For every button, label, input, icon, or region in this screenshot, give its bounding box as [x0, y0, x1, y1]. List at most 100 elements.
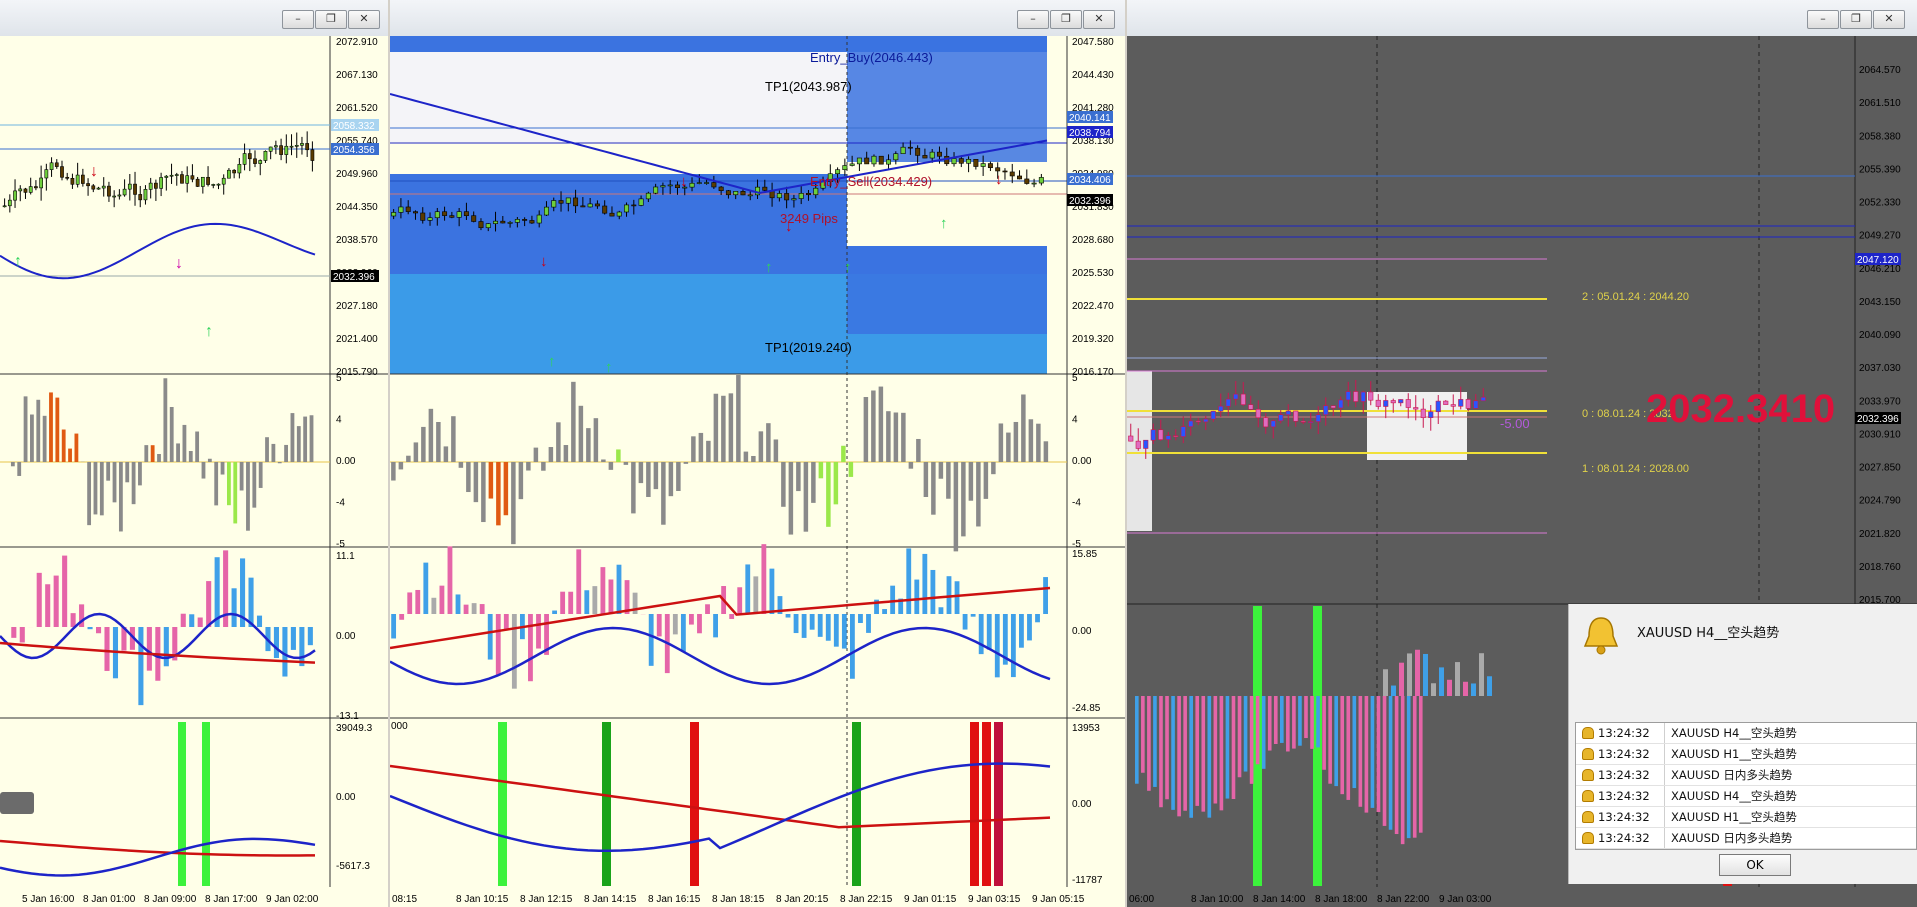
histogram-bar [656, 614, 662, 637]
histogram-bar [793, 614, 799, 634]
alert-row[interactable]: 13:24:32 XAUUSD H4__空头趋势 [1576, 786, 1916, 807]
histogram-bar [528, 614, 533, 682]
alert-message: XAUUSD H1__空头趋势 [1671, 810, 1797, 824]
histogram-bar [833, 462, 839, 505]
alert-message: XAUUSD 日内多头趋势 [1671, 768, 1793, 782]
histogram-bar [616, 449, 621, 462]
histogram-bar [1394, 696, 1399, 835]
histogram-bar [901, 412, 906, 462]
alert-list[interactable]: 13:24:32 XAUUSD H4__空头趋势 13:24:32 XAUUSD H1… [1575, 722, 1917, 850]
time-axis-label: 9 Jan 05:15 [1032, 894, 1085, 905]
signal-arrow-icon: ↑ [205, 323, 213, 340]
candle-body [107, 185, 111, 197]
candle-body [674, 184, 680, 188]
alert-row[interactable]: 13:24:32 XAUUSD H1__空头趋势 [1576, 744, 1916, 765]
candle-body [279, 145, 283, 155]
histogram-bar [994, 614, 1000, 678]
signal-arrow-icon: ↑ [14, 253, 22, 270]
close-button[interactable]: ✕ [1873, 10, 1905, 29]
histogram-bar [586, 428, 591, 462]
price-axis-label: 15.85 [1072, 549, 1097, 560]
histogram-bar [1487, 676, 1492, 696]
histogram-bar [443, 446, 449, 462]
alert-time-cell: 13:24:32 [1576, 828, 1665, 848]
candle-body [725, 190, 731, 196]
restore-button[interactable]: ❐ [315, 10, 347, 29]
minimize-button[interactable]: – [1807, 10, 1839, 29]
histogram-bar [743, 451, 749, 462]
histogram-bar [1231, 696, 1236, 799]
candle-body [159, 177, 163, 189]
histogram-bar [689, 614, 694, 625]
histogram-bar [938, 607, 944, 614]
price-chart[interactable]: ↑↓↓↑2072.9102067.1302061.5202055.7402049… [0, 36, 388, 907]
alert-title: XAUUSD H4__空头趋势 [1637, 626, 1780, 641]
candle-body [871, 155, 877, 165]
candle-body [813, 187, 819, 196]
alert-row[interactable]: 13:24:32 XAUUSD H1__空头趋势 [1576, 807, 1916, 828]
histogram-bar [1304, 696, 1308, 739]
histogram-bar [207, 458, 212, 462]
histogram-bar [1391, 685, 1396, 696]
alert-row[interactable]: 13:24:32 XAUUSD H4__空头趋势 [1576, 723, 1916, 744]
candle-body [936, 151, 942, 157]
price-axis-label: 2021.820 [1859, 529, 1901, 540]
histogram-bar [451, 416, 456, 462]
candle-body [247, 153, 252, 160]
histogram-bar [962, 614, 968, 630]
histogram-bar [42, 415, 47, 462]
price-axis-label: -4 [1072, 498, 1081, 509]
histogram-bar [1159, 696, 1163, 808]
histogram-bar [706, 440, 711, 462]
restore-button[interactable]: ❐ [1840, 10, 1872, 29]
candle-body [616, 211, 622, 217]
candle-body [587, 203, 593, 208]
histogram-bar [817, 614, 823, 637]
histogram-bar [138, 627, 144, 706]
candle-body [893, 153, 899, 161]
ok-button[interactable]: OK [1719, 854, 1791, 876]
candle-body [180, 174, 184, 184]
candle-body [263, 151, 268, 161]
close-button[interactable]: ✕ [1083, 10, 1115, 29]
candle-body [1002, 170, 1008, 173]
candle-body [237, 164, 242, 174]
alert-time-cell: 13:24:32 [1576, 786, 1665, 806]
candle-body [864, 157, 870, 165]
candle-body [1203, 418, 1209, 423]
price-axis-label: 2044.430 [1072, 70, 1114, 81]
candle-body [980, 163, 986, 167]
alert-row[interactable]: 13:24:32 XAUUSD 日内多头趋势 [1576, 765, 1916, 786]
price-tag-label: 2047.120 [1857, 255, 1899, 266]
candle-body [471, 215, 477, 222]
histogram-bar [487, 614, 493, 660]
alert-message: XAUUSD H1__空头趋势 [1671, 747, 1797, 761]
candle-body [138, 194, 143, 201]
price-axis-label: 2047.580 [1072, 37, 1114, 48]
histogram-bar [309, 415, 314, 462]
minimize-button[interactable]: – [282, 10, 314, 29]
restore-button[interactable]: ❐ [1050, 10, 1082, 29]
histogram-bar [624, 580, 630, 614]
close-button[interactable]: ✕ [348, 10, 380, 29]
price-chart[interactable]: Entry_Buy(2046.443) TP1(2043.987) Entry_Se… [390, 36, 1125, 907]
candle-body [1255, 408, 1261, 419]
alert-row[interactable]: 13:24:32 XAUUSD 日内多头趋势 [1576, 828, 1916, 849]
price-tag-label: 2054.356 [333, 145, 375, 156]
price-axis-label: 2061.520 [336, 103, 378, 114]
bell-icon [1582, 769, 1594, 781]
histogram-bar [1028, 419, 1034, 462]
candle-body [442, 211, 448, 216]
histogram-bar [106, 462, 111, 481]
bell-icon [1583, 617, 1619, 655]
histogram-bar [282, 627, 288, 677]
time-axis-label: 9 Jan 03:00 [1439, 894, 1492, 905]
minimize-button[interactable]: – [1017, 10, 1049, 29]
histogram-bar [1273, 696, 1278, 744]
candle-body [478, 221, 484, 229]
title-bar: – ❐ ✕ [0, 0, 388, 37]
candle-body [849, 163, 855, 166]
histogram-bar [713, 393, 719, 462]
alert-time: 13:24:32 [1598, 768, 1650, 782]
alert-time: 13:24:32 [1598, 726, 1650, 740]
